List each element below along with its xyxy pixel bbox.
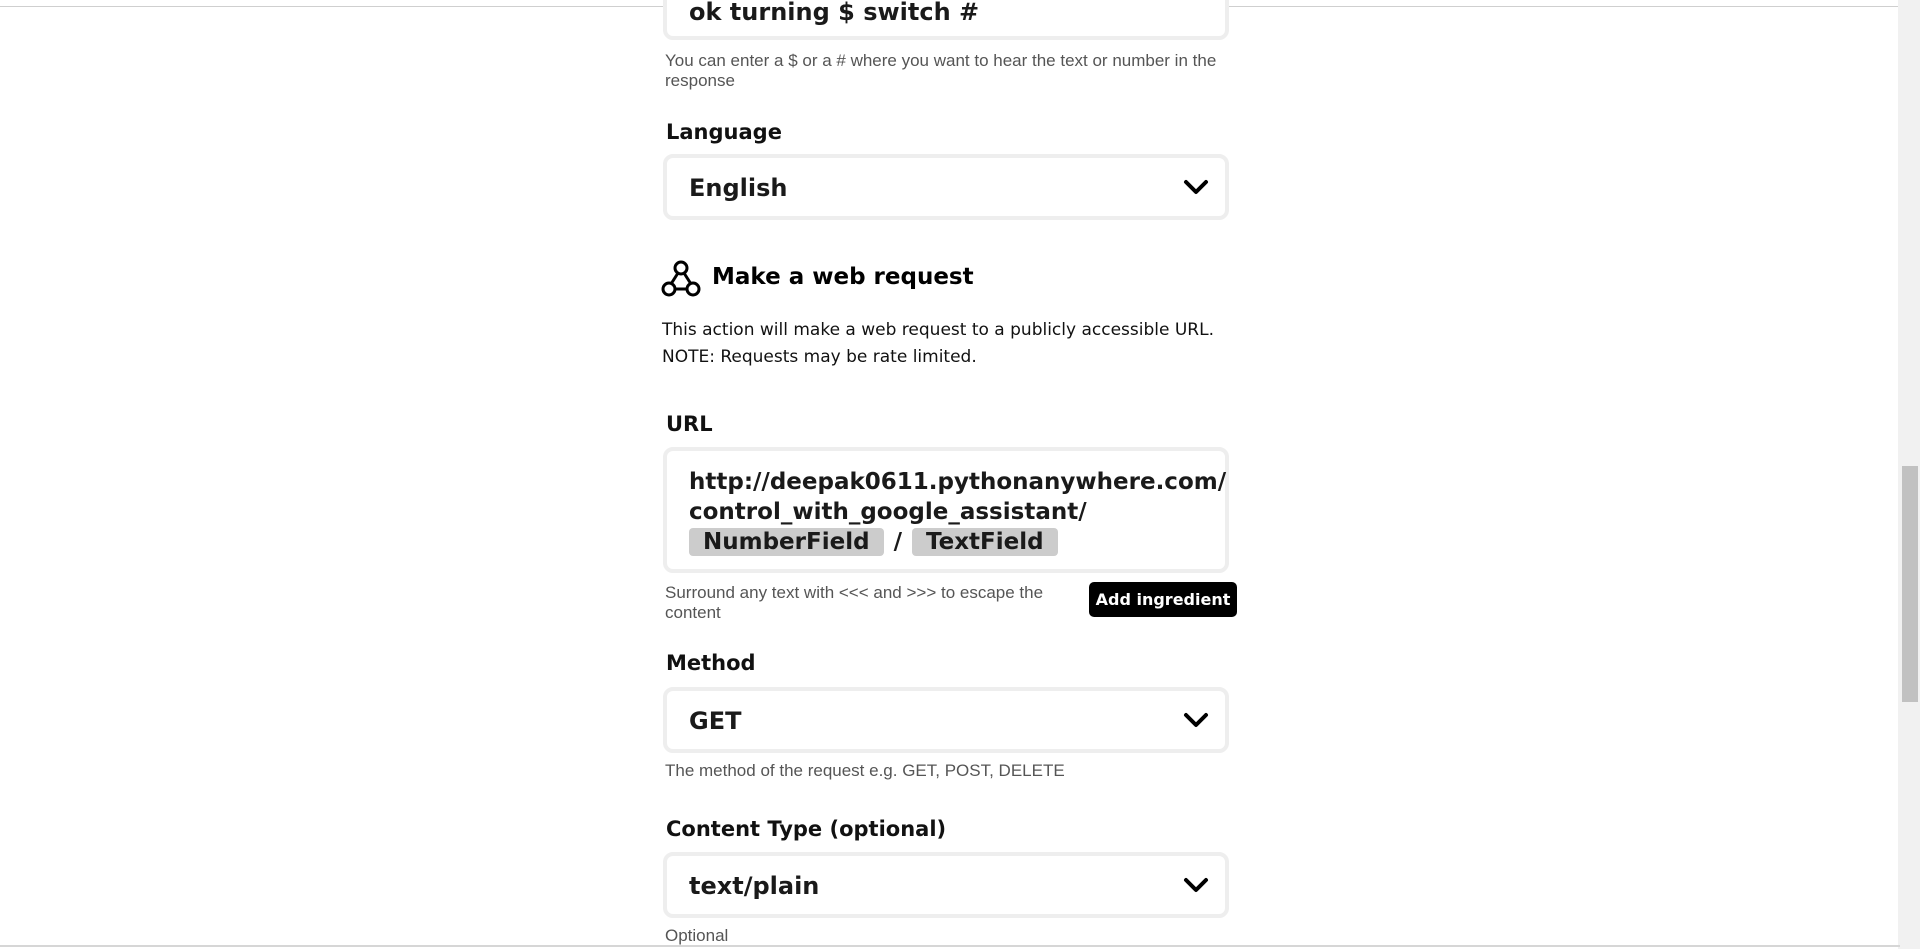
url-separator: / bbox=[893, 529, 902, 555]
language-selected-value: English bbox=[689, 174, 788, 202]
content-type-select[interactable]: text/plain bbox=[663, 852, 1229, 918]
response-helper-text: You can enter a $ or a # where you want … bbox=[665, 51, 1217, 90]
url-ingredients-line: NumberField / TextField bbox=[689, 527, 1219, 557]
method-label: Method bbox=[666, 651, 756, 675]
bottom-divider bbox=[0, 945, 1900, 947]
chevron-down-icon bbox=[1184, 180, 1208, 194]
language-select[interactable]: English bbox=[663, 154, 1229, 220]
method-helper-text: The method of the request e.g. GET, POST… bbox=[665, 761, 1065, 780]
content-type-helper-text: Optional bbox=[665, 926, 729, 945]
content-type-label: Content Type (optional) bbox=[666, 817, 947, 841]
ingredient-number-field[interactable]: NumberField bbox=[689, 528, 884, 556]
add-ingredient-button[interactable]: Add ingredient bbox=[1089, 582, 1237, 617]
action-description: This action will make a web request to a… bbox=[662, 320, 1214, 367]
method-select[interactable]: GET bbox=[663, 687, 1229, 753]
content-type-selected-value: text/plain bbox=[689, 872, 820, 900]
method-selected-value: GET bbox=[689, 707, 742, 735]
response-text-field[interactable]: ok turning $ switch # bbox=[663, 0, 1229, 40]
language-label: Language bbox=[666, 120, 782, 144]
ingredient-text-field[interactable]: TextField bbox=[911, 528, 1058, 556]
url-text-line-1: http://deepak0611.pythonanywhere.com/ bbox=[689, 469, 1227, 495]
url-helper-text: Surround any text with <<< and >>> to es… bbox=[665, 583, 1044, 622]
action-title: Make a web request bbox=[712, 264, 974, 290]
url-value: http://deepak0611.pythonanywhere.com/ co… bbox=[689, 467, 1227, 557]
webhooks-icon bbox=[661, 260, 701, 297]
url-label: URL bbox=[666, 412, 713, 436]
chevron-down-icon bbox=[1184, 878, 1208, 892]
action-header: Make a web request bbox=[660, 258, 1240, 298]
url-text-line-2: control_with_google_assistant/ bbox=[689, 499, 1087, 525]
scrollbar-thumb[interactable] bbox=[1902, 466, 1918, 702]
url-field[interactable]: http://deepak0611.pythonanywhere.com/ co… bbox=[663, 447, 1229, 573]
response-text-value: ok turning $ switch # bbox=[689, 0, 980, 26]
chevron-down-icon bbox=[1184, 713, 1208, 727]
